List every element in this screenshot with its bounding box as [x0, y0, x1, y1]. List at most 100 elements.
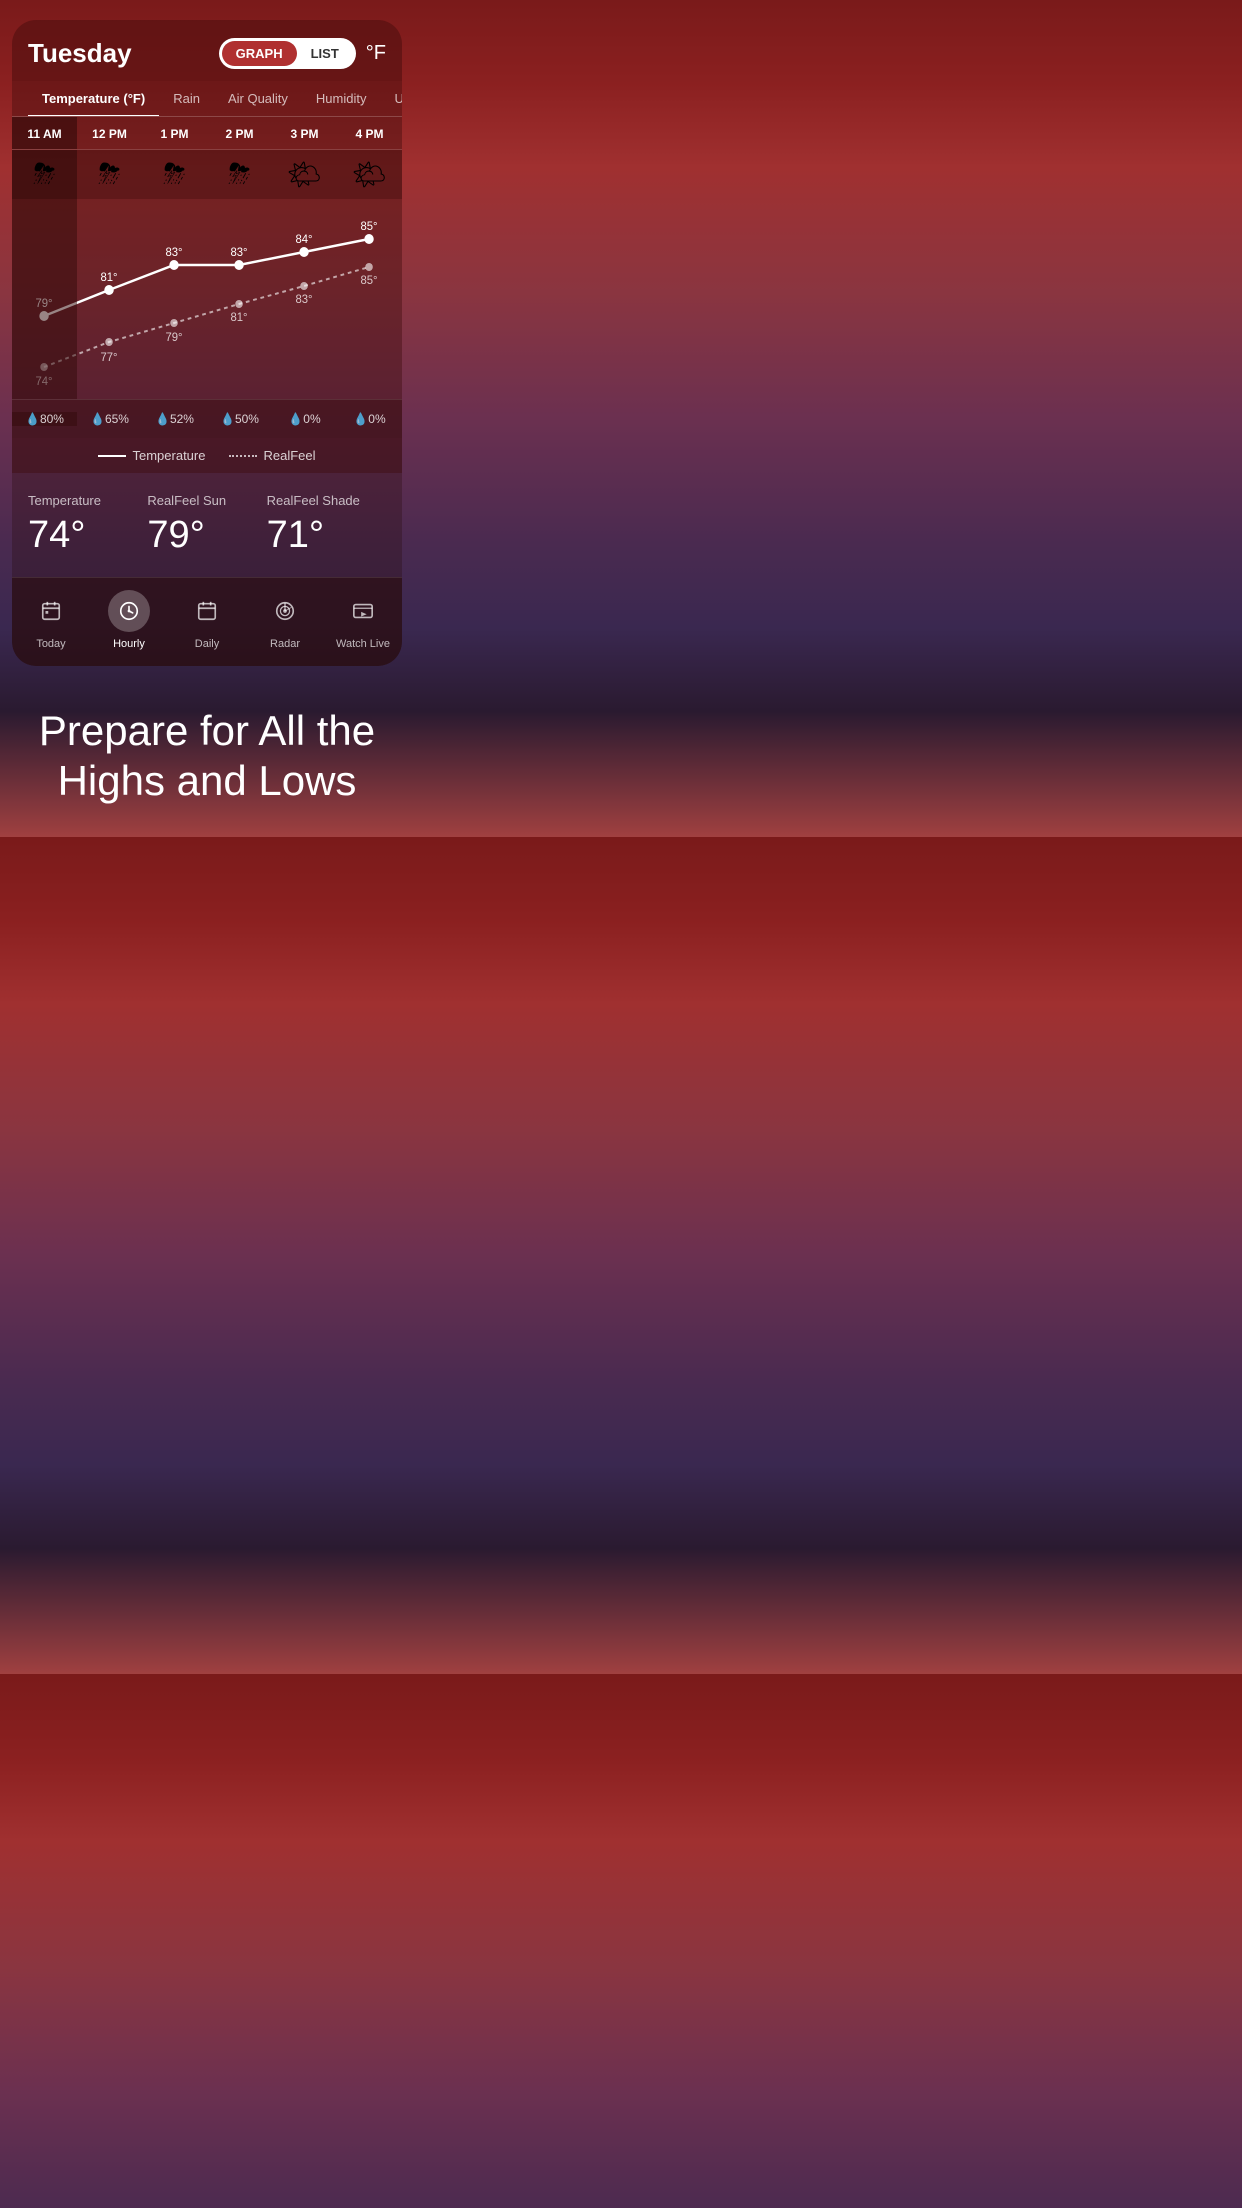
nav-hourly[interactable]: Hourly: [90, 590, 168, 650]
precipitation-row: 💧80% 💧65% 💧52% 💧50% 💧0% 💧0%: [12, 399, 402, 438]
temp-label-3: 83°: [230, 246, 247, 259]
temp-dot-3: [234, 260, 243, 270]
drop-icon-3: 💧: [220, 412, 235, 426]
icon-4pm: 🌤: [337, 150, 402, 199]
temp-label-5: 85°: [360, 220, 377, 233]
graph-list-toggle[interactable]: GRAPH LIST: [219, 38, 356, 69]
icon-12pm: ⛈: [77, 150, 142, 199]
bottom-navigation: Today Hourly D: [12, 577, 402, 666]
tab-temperature[interactable]: Temperature (°F): [28, 81, 159, 116]
tab-air-quality[interactable]: Air Quality: [214, 81, 302, 116]
nav-radar-label: Radar: [270, 638, 300, 650]
drop-icon-2: 💧: [155, 412, 170, 426]
icon-11am: ⛈: [12, 150, 77, 199]
nav-radar[interactable]: Radar: [246, 590, 324, 650]
dotted-line-indicator: [229, 455, 257, 457]
legend-temperature: Temperature: [98, 448, 205, 463]
watch-live-icon: [352, 600, 374, 622]
drop-icon-5: 💧: [353, 412, 368, 426]
icon-2pm: ⛈: [207, 150, 272, 199]
temp-dot-2: [169, 260, 178, 270]
nav-daily[interactable]: Daily: [168, 590, 246, 650]
icons-row: ⛈ ⛈ ⛈ ⛈ 🌤 🌤: [12, 150, 402, 199]
partcloud-icon-1: 🌤: [352, 159, 388, 190]
stat-temperature: Temperature 74°: [28, 493, 147, 557]
header-controls: GRAPH LIST °F: [219, 38, 386, 69]
storm-icon-0: ⛈: [33, 158, 55, 189]
graph-button[interactable]: GRAPH: [222, 41, 297, 66]
solid-line-indicator: [98, 455, 126, 457]
radar-icon: [274, 600, 296, 622]
header: Tuesday GRAPH LIST °F: [12, 20, 402, 81]
feel-label-5: 85°: [360, 274, 377, 287]
feel-dot-3: [235, 300, 243, 308]
storm-icon-1: ⛈: [98, 158, 120, 189]
hour-2pm[interactable]: 2 PM: [207, 117, 272, 149]
icon-3pm: 🌤: [272, 150, 337, 199]
stat-realfeel-shade: RealFeel Shade 71°: [267, 493, 386, 557]
feel-dot-4: [300, 282, 308, 290]
nav-hourly-label: Hourly: [113, 638, 145, 650]
legend-realfeel-label: RealFeel: [263, 448, 315, 463]
tab-uv-index[interactable]: UV Index: [381, 81, 403, 116]
drop-icon-4: 💧: [288, 412, 303, 426]
storm-icon-2: ⛈: [163, 158, 185, 189]
feel-label-4: 83°: [295, 293, 312, 306]
hour-1pm[interactable]: 1 PM: [142, 117, 207, 149]
stat-realfeel-sun-label: RealFeel Sun: [147, 493, 266, 508]
stat-realfeel-shade-value: 71°: [267, 514, 386, 557]
hour-3pm[interactable]: 3 PM: [272, 117, 337, 149]
hour-12pm[interactable]: 12 PM: [77, 117, 142, 149]
list-button[interactable]: LIST: [297, 41, 353, 66]
feel-dot-5: [365, 263, 373, 271]
selected-overlay: [12, 199, 77, 399]
hourly-icon: [118, 600, 140, 622]
chart-legend: Temperature RealFeel: [12, 438, 402, 473]
temperature-chart: 79° 81° 83° 83° 84° 85° 74° 77° 79° 81° …: [12, 199, 402, 399]
storm-icon-3: ⛈: [228, 158, 250, 189]
today-icon: [40, 600, 62, 622]
temperature-line: [44, 239, 369, 316]
feel-dot-2: [170, 319, 178, 327]
temp-dot-5: [364, 234, 373, 244]
unit-label: °F: [366, 42, 386, 65]
precip-11am: 💧80%: [12, 412, 77, 426]
legend-temperature-label: Temperature: [132, 448, 205, 463]
partcloud-icon-0: 🌤: [287, 159, 323, 190]
temp-label-1: 81°: [100, 271, 117, 284]
precip-3pm: 💧0%: [272, 412, 337, 426]
nav-today[interactable]: Today: [12, 590, 90, 650]
nav-daily-label: Daily: [195, 638, 219, 650]
stat-temperature-value: 74°: [28, 514, 147, 557]
app-card: Tuesday GRAPH LIST °F Temperature (°F) R…: [12, 20, 402, 666]
tagline-text: Prepare for All the Highs and Lows: [20, 706, 394, 807]
realfeel-line: [44, 267, 369, 367]
tab-humidity[interactable]: Humidity: [302, 81, 381, 116]
tab-rain[interactable]: Rain: [159, 81, 214, 116]
drop-icon-0: 💧: [25, 412, 40, 426]
temp-dot-4: [299, 247, 308, 257]
stat-realfeel-shade-label: RealFeel Shade: [267, 493, 386, 508]
icon-1pm: ⛈: [142, 150, 207, 199]
tagline-section: Prepare for All the Highs and Lows: [0, 666, 414, 837]
chart-container: 11 AM 12 PM 1 PM 2 PM 3 PM 4 PM ⛈ ⛈ ⛈ ⛈ …: [12, 117, 402, 473]
feel-dot-1: [105, 338, 113, 346]
stat-realfeel-sun-value: 79°: [147, 514, 266, 557]
hour-11am[interactable]: 11 AM: [12, 117, 77, 149]
nav-watch-live-label: Watch Live: [336, 638, 390, 650]
nav-today-label: Today: [36, 638, 65, 650]
feel-label-1: 77°: [100, 351, 117, 364]
drop-icon-1: 💧: [90, 412, 105, 426]
stat-temperature-label: Temperature: [28, 493, 147, 508]
day-label: Tuesday: [28, 38, 132, 69]
nav-watch-live[interactable]: Watch Live: [324, 590, 402, 650]
temp-label-4: 84°: [295, 233, 312, 246]
stats-section: Temperature 74° RealFeel Sun 79° RealFee…: [12, 473, 402, 577]
temp-dot-1: [104, 285, 113, 295]
hour-4pm[interactable]: 4 PM: [337, 117, 402, 149]
daily-icon: [196, 600, 218, 622]
stat-realfeel-sun: RealFeel Sun 79°: [147, 493, 266, 557]
precip-4pm: 💧0%: [337, 412, 402, 426]
hours-row: 11 AM 12 PM 1 PM 2 PM 3 PM 4 PM: [12, 117, 402, 150]
feel-label-3: 81°: [230, 311, 247, 324]
